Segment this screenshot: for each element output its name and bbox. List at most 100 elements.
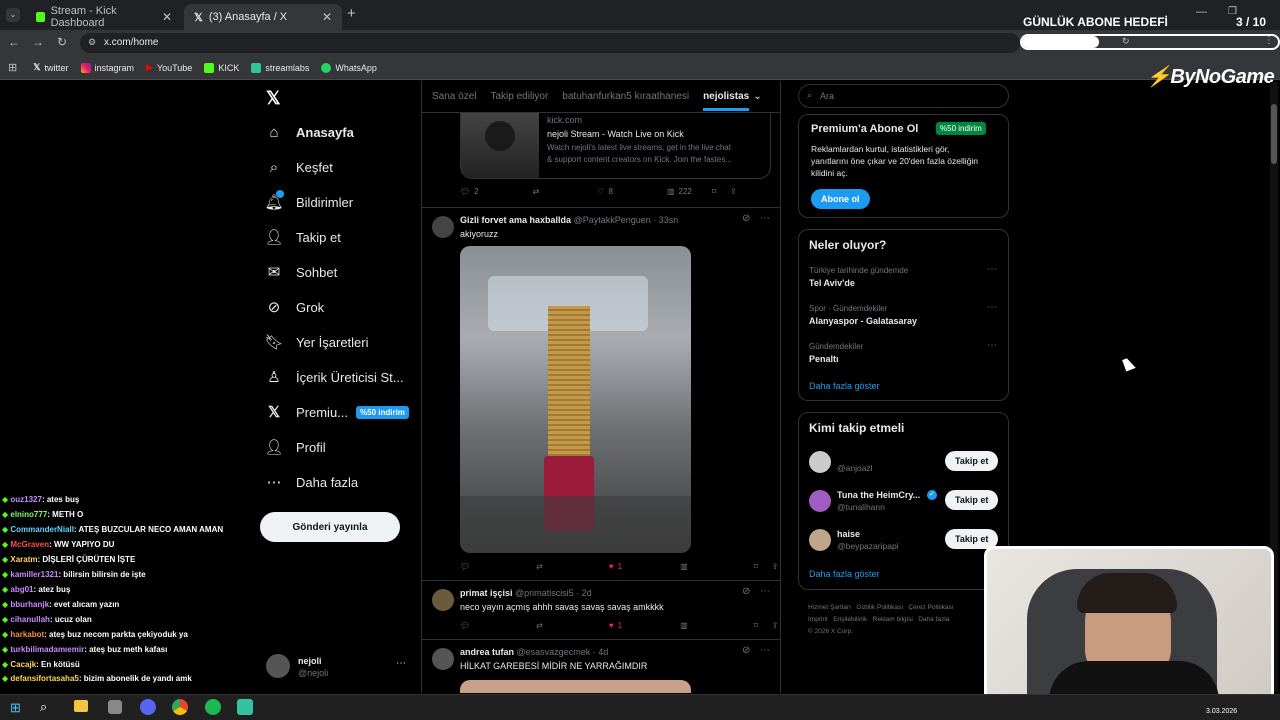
tab-x-home[interactable]: 𝕏 (3) Anasayfa / X ✕	[184, 4, 342, 30]
bookmark-post-icon[interactable]: ⌑	[712, 187, 716, 196]
tab-kick-dashboard[interactable]: Stream - Kick Dashboard ✕	[26, 4, 182, 30]
views-icon[interactable]: ▥	[667, 187, 675, 196]
follow-suggestion[interactable]: haise @beypazaripapi Takip et	[799, 527, 1008, 559]
bookmark-instagram[interactable]: instagram	[80, 62, 134, 73]
bookmark-post-icon[interactable]: ⌑	[754, 621, 758, 630]
post-more-icon[interactable]: ⋯	[760, 645, 770, 656]
account-more-icon[interactable]: ⋯	[396, 658, 406, 669]
reply-icon[interactable]: 💬︎	[460, 621, 470, 630]
nav-notifications[interactable]: 🔔︎ Bildirimler	[264, 190, 353, 211]
follow-button[interactable]: Takip et	[945, 490, 999, 510]
url-field[interactable]: ⚙ x.com/home	[80, 33, 1020, 53]
close-tab-icon[interactable]: ✕	[162, 10, 172, 24]
share-post-icon[interactable]: ⇪	[730, 187, 737, 196]
post[interactable]: andrea tufan @esasvazgecmek · 4d ⊘ ⋯ HİL…	[422, 640, 780, 693]
back-icon[interactable]: ←	[8, 35, 20, 49]
reload-icon[interactable]: ↻	[57, 35, 67, 49]
bookmark-whatsapp[interactable]: WhatsApp	[321, 62, 377, 73]
share-icon[interactable]: ↻	[1122, 36, 1130, 47]
tab-following[interactable]: Takip ediliyor	[490, 91, 548, 102]
post-image[interactable]	[460, 680, 691, 693]
bookmark-streamlabs[interactable]: streamlabs	[251, 62, 309, 73]
tab-for-you[interactable]: Sana özel	[432, 91, 476, 102]
bookmark-kick[interactable]: KICK	[204, 62, 239, 73]
link-card[interactable]: kick.com nejoli Stream - Watch Live on K…	[460, 113, 771, 179]
trend-item[interactable]: Gündemdekiler Penaltı ⋯	[799, 340, 1008, 376]
apps-grid-icon[interactable]: ⊞	[8, 61, 17, 74]
nav-bookmarks[interactable]: 🔖︎ Yer İşaretleri	[264, 334, 368, 351]
post[interactable]: Gizli forvet ama haxballda @PaytakkPengu…	[422, 208, 780, 580]
grok-post-icon[interactable]: ⊘	[742, 213, 750, 224]
like-icon-active[interactable]: ♥	[609, 621, 614, 630]
file-explorer-icon[interactable]	[74, 700, 88, 712]
nav-grok[interactable]: ⊘ Grok	[266, 299, 324, 316]
share-post-icon[interactable]: ⇪	[772, 562, 779, 571]
views-icon[interactable]: ▥	[680, 562, 688, 571]
share-post-icon[interactable]: ⇪	[772, 621, 779, 630]
trend-more-icon[interactable]: ⋯	[987, 340, 997, 351]
footer-link[interactable]: Hizmet Şartları	[808, 604, 851, 611]
spotify-icon[interactable]	[205, 699, 221, 715]
repost-icon[interactable]: ⇄	[536, 621, 543, 630]
who-show-more-link[interactable]: Daha fazla göster	[809, 569, 880, 579]
scrollbar-thumb[interactable]	[1271, 104, 1277, 164]
new-tab-icon[interactable]: +	[347, 5, 356, 22]
trend-more-icon[interactable]: ⋯	[987, 302, 997, 313]
nav-home[interactable]: ⌂ Anasayfa	[266, 124, 353, 141]
chrome-icon[interactable]	[172, 699, 188, 715]
post-more-icon[interactable]: ⋯	[760, 586, 770, 597]
follow-button[interactable]: Takip et	[945, 451, 999, 471]
tab-nejolistas[interactable]: nejolistas	[703, 82, 750, 111]
footer-link[interactable]: Çerez Politikası	[908, 604, 953, 611]
windows-start-icon[interactable]: ⊞	[10, 700, 21, 716]
site-info-icon[interactable]: ⚙	[88, 37, 96, 48]
nav-more[interactable]: ⋯ Daha fazla	[266, 474, 359, 491]
repost-icon[interactable]: ⇄	[536, 562, 543, 571]
bookmark-post-icon[interactable]: ⌑	[754, 562, 758, 571]
nav-explore[interactable]: ⌕ Keşfet	[266, 159, 333, 176]
footer-link[interactable]: Imprint	[808, 616, 828, 623]
grok-post-icon[interactable]: ⊘	[742, 645, 750, 656]
search-field[interactable]: ⌕ Ara	[798, 84, 1009, 108]
bookmark-youtube[interactable]: ▶ YouTube	[146, 62, 192, 73]
discord-icon[interactable]	[140, 699, 156, 715]
reply-icon[interactable]: 💬︎	[460, 187, 470, 196]
trends-show-more-link[interactable]: Daha fazla göster	[809, 381, 880, 391]
close-tab-icon[interactable]: ✕	[322, 10, 332, 24]
grok-post-icon[interactable]: ⊘	[742, 586, 750, 597]
footer-link[interactable]: Daha fazla	[918, 616, 949, 623]
account-switcher[interactable]: nejoli @nejoli ⋯	[266, 654, 412, 680]
tab-list-kiraathane[interactable]: batuhanfurkan5 kıraathanesi	[562, 91, 689, 102]
tab-search-icon[interactable]: ⌄	[6, 8, 20, 22]
views-icon[interactable]: ▥	[680, 621, 688, 630]
like-icon-active[interactable]: ♥	[609, 562, 614, 571]
footer-link[interactable]: Erişilebilirlik	[833, 616, 867, 623]
x-logo-icon[interactable]: 𝕏	[266, 88, 281, 109]
repost-icon[interactable]: ⇄	[533, 187, 540, 196]
nav-profile[interactable]: 👤︎ Profil	[264, 439, 325, 456]
bookmark-twitter[interactable]: 𝕏twitter	[33, 62, 68, 73]
post-image[interactable]	[460, 246, 691, 553]
post[interactable]: primat işçisi @primatiscisi5 · 2d ⊘ ⋯ ne…	[422, 581, 780, 637]
app-icon[interactable]	[108, 700, 122, 714]
streamlabs-icon[interactable]	[237, 699, 253, 715]
nav-creator-studio[interactable]: ♙ İçerik Üreticisi St...	[266, 369, 403, 386]
reply-icon[interactable]: 💬︎	[460, 562, 470, 571]
footer-link[interactable]: Gizlilik Politikası	[856, 604, 903, 611]
trend-item[interactable]: Türkiye tarihinde gündemde Tel Aviv'de ⋯	[799, 264, 1008, 300]
trend-more-icon[interactable]: ⋯	[987, 264, 997, 275]
follow-suggestion[interactable]: @anjoazl Takip et	[799, 449, 1008, 481]
forward-icon[interactable]: →	[32, 35, 44, 49]
follow-suggestion[interactable]: Tuna the HeimCry... ✓ @tunalihann Takip …	[799, 488, 1008, 520]
post-more-icon[interactable]: ⋯	[760, 213, 770, 224]
search-icon[interactable]: ⌕	[40, 699, 47, 715]
post-button[interactable]: Gönderi yayınla	[260, 512, 400, 542]
nav-chat[interactable]: ✉ Sohbet	[266, 264, 338, 281]
chevron-down-icon[interactable]: ⌄	[753, 91, 761, 102]
trend-item[interactable]: Spor · Gündemdekiler Alanyaspor - Galata…	[799, 302, 1008, 338]
like-icon[interactable]: ♡	[597, 187, 604, 196]
menu-icon[interactable]: ⋮	[1264, 35, 1274, 46]
subscribe-button[interactable]: Abone ol	[811, 189, 870, 209]
footer-link[interactable]: Reklam bilgisi	[873, 616, 913, 623]
nav-premium[interactable]: 𝕏 Premiu... %50 indirim	[266, 404, 409, 421]
